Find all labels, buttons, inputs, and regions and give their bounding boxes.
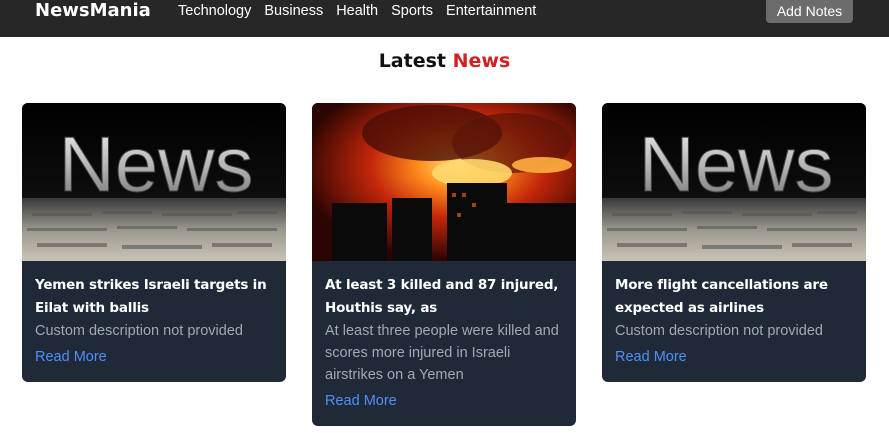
- nav-link-technology[interactable]: Technology: [178, 2, 251, 20]
- page-title-prefix: Latest: [378, 50, 446, 72]
- card-title: Yemen strikes Israeli targets in Eilat w…: [35, 277, 267, 316]
- news-card: At least 3 killed and 87 injured, Houthi…: [312, 103, 576, 426]
- news-card: News Yemen strikes Israeli targets in Ei…: [22, 103, 286, 382]
- news-word-art: News: [58, 120, 253, 208]
- nav-link-business[interactable]: Business: [264, 2, 323, 20]
- card-title: At least 3 killed and 87 injured, Houthi…: [325, 277, 559, 316]
- news-placeholder-image: News: [602, 103, 866, 261]
- nav-links: Technology Business Health Sports Entert…: [178, 2, 549, 20]
- card-body: More flight cancellations are expected a…: [602, 261, 866, 382]
- nav-link-sports[interactable]: Sports: [391, 2, 433, 20]
- card-description: Custom description not provided: [35, 323, 243, 339]
- card-description: Custom description not provided: [615, 323, 823, 339]
- explosion-photo: [312, 103, 576, 261]
- read-more-link[interactable]: Read More: [325, 391, 397, 411]
- news-card: News More flight cancellations are expec…: [602, 103, 866, 382]
- page-title-accent: News: [452, 50, 511, 72]
- card-body: At least 3 killed and 87 injured, Houthi…: [312, 261, 576, 426]
- news-word-art: News: [638, 120, 833, 208]
- nav-link-entertainment[interactable]: Entertainment: [446, 2, 536, 20]
- page-title: Latest News: [0, 50, 889, 72]
- navbar: NewsMania Technology Business Health Spo…: [0, 0, 889, 37]
- brand-logo[interactable]: NewsMania: [35, 0, 151, 22]
- card-description: At least three people were killed and sc…: [325, 323, 559, 383]
- add-notes-button[interactable]: Add Notes: [766, 0, 853, 23]
- read-more-link[interactable]: Read More: [35, 347, 107, 367]
- card-body: Yemen strikes Israeli targets in Eilat w…: [22, 261, 286, 382]
- read-more-link[interactable]: Read More: [615, 347, 687, 367]
- news-placeholder-image: News: [22, 103, 286, 261]
- card-title: More flight cancellations are expected a…: [615, 277, 828, 316]
- nav-link-health[interactable]: Health: [336, 2, 378, 20]
